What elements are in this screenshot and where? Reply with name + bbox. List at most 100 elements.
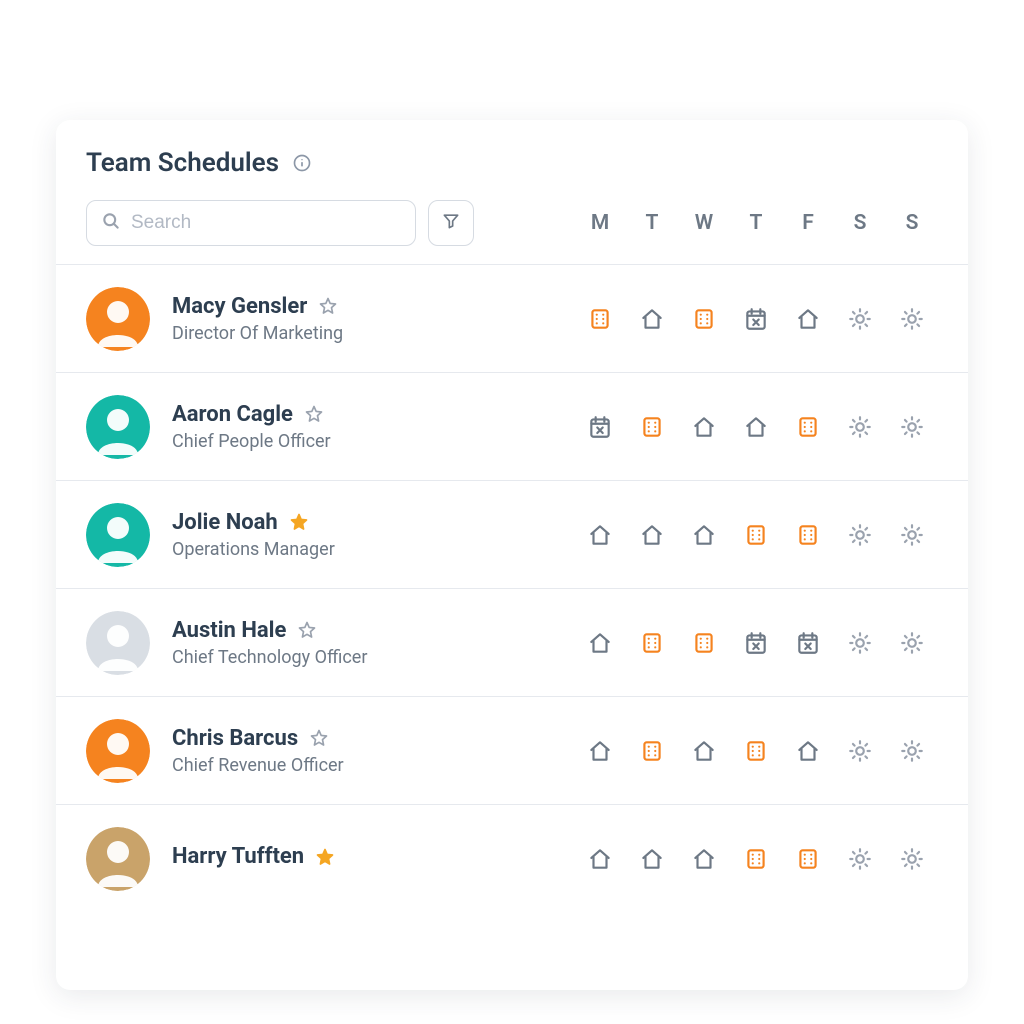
- office-icon: [691, 306, 717, 332]
- schedule-cell[interactable]: [730, 414, 782, 440]
- home-icon: [639, 306, 665, 332]
- person-info: Aaron Cagle Chief People Officer: [172, 402, 574, 452]
- schedule-cell[interactable]: [886, 846, 938, 872]
- schedule-cell[interactable]: [626, 414, 678, 440]
- avatar[interactable]: [86, 827, 150, 891]
- info-icon[interactable]: [291, 152, 313, 174]
- avatar[interactable]: [86, 611, 150, 675]
- schedule-cell[interactable]: [574, 738, 626, 764]
- schedule-cell[interactable]: [886, 522, 938, 548]
- sun-icon: [899, 738, 925, 764]
- sun-icon: [899, 522, 925, 548]
- schedule-cell[interactable]: [626, 306, 678, 332]
- sun-icon: [847, 630, 873, 656]
- person-info: Jolie NoahOperations Manager: [172, 510, 574, 560]
- person-name: Austin Hale: [172, 618, 286, 643]
- day-header: M: [574, 211, 626, 235]
- schedule-cell[interactable]: [886, 630, 938, 656]
- person-row[interactable]: Chris Barcus Chief Revenue Officer: [56, 696, 968, 804]
- schedule-cell[interactable]: [626, 846, 678, 872]
- schedule-cell[interactable]: [678, 414, 730, 440]
- star-outline-icon[interactable]: [317, 295, 339, 317]
- schedule-cell[interactable]: [730, 738, 782, 764]
- schedule-cell[interactable]: [574, 522, 626, 548]
- schedule-cell[interactable]: [886, 414, 938, 440]
- schedule-cell[interactable]: [834, 414, 886, 440]
- home-icon: [691, 846, 717, 872]
- schedule-cell[interactable]: [574, 630, 626, 656]
- schedule-cell[interactable]: [626, 738, 678, 764]
- person-row[interactable]: Macy GenslerDirector Of Marketing: [56, 264, 968, 372]
- person-role: Chief Revenue Officer: [172, 755, 574, 776]
- sun-icon: [847, 522, 873, 548]
- toolbar: MTWTFSS: [86, 200, 938, 246]
- schedule-row: [574, 306, 938, 332]
- schedule-cell[interactable]: [678, 630, 730, 656]
- day-header: T: [730, 211, 782, 235]
- schedule-cell[interactable]: [730, 630, 782, 656]
- star-filled-icon[interactable]: [288, 511, 310, 533]
- schedule-cell[interactable]: [834, 846, 886, 872]
- home-icon: [639, 522, 665, 548]
- schedule-cell[interactable]: [834, 522, 886, 548]
- schedule-cell[interactable]: [782, 522, 834, 548]
- star-filled-icon[interactable]: [314, 846, 336, 868]
- schedule-cell[interactable]: [834, 738, 886, 764]
- avatar[interactable]: [86, 503, 150, 567]
- person-info: Macy GenslerDirector Of Marketing: [172, 294, 574, 344]
- name-row: Macy Gensler: [172, 294, 574, 319]
- person-role: Chief People Officer: [172, 431, 574, 452]
- schedule-cell[interactable]: [782, 306, 834, 332]
- schedule-cell[interactable]: [626, 630, 678, 656]
- search-input[interactable]: [131, 212, 401, 234]
- filter-button[interactable]: [428, 200, 474, 246]
- person-row[interactable]: Aaron Cagle Chief People Officer: [56, 372, 968, 480]
- schedule-cell[interactable]: [730, 306, 782, 332]
- schedule-cell[interactable]: [730, 846, 782, 872]
- home-icon: [691, 738, 717, 764]
- avatar[interactable]: [86, 287, 150, 351]
- schedule-cell[interactable]: [678, 522, 730, 548]
- card-header: Team Schedules: [56, 120, 968, 264]
- name-row: Aaron Cagle: [172, 402, 574, 427]
- schedule-cell[interactable]: [626, 522, 678, 548]
- name-row: Chris Barcus: [172, 726, 574, 751]
- schedule-cell[interactable]: [574, 306, 626, 332]
- schedule-cell[interactable]: [678, 306, 730, 332]
- schedule-cell[interactable]: [574, 846, 626, 872]
- schedule-cell[interactable]: [782, 846, 834, 872]
- schedule-row: [574, 630, 938, 656]
- avatar[interactable]: [86, 719, 150, 783]
- person-row[interactable]: Jolie NoahOperations Manager: [56, 480, 968, 588]
- person-row[interactable]: Austin HaleChief Technology Officer: [56, 588, 968, 696]
- schedule-cell[interactable]: [678, 846, 730, 872]
- sun-icon: [899, 846, 925, 872]
- schedule-cell[interactable]: [782, 738, 834, 764]
- schedule-cell[interactable]: [782, 414, 834, 440]
- star-outline-icon[interactable]: [303, 403, 325, 425]
- search-field[interactable]: [86, 200, 416, 246]
- title-row: Team Schedules: [86, 148, 938, 178]
- schedule-row: [574, 738, 938, 764]
- office-icon: [795, 522, 821, 548]
- calendar-off-icon: [743, 630, 769, 656]
- schedule-row: [574, 522, 938, 548]
- person-row[interactable]: Harry Tufften: [56, 804, 968, 912]
- sun-icon: [899, 630, 925, 656]
- star-outline-icon[interactable]: [296, 619, 318, 641]
- schedule-cell[interactable]: [886, 306, 938, 332]
- schedule-cell[interactable]: [886, 738, 938, 764]
- schedule-cell[interactable]: [574, 414, 626, 440]
- schedule-cell[interactable]: [782, 630, 834, 656]
- schedule-cell[interactable]: [678, 738, 730, 764]
- calendar-off-icon: [795, 630, 821, 656]
- name-row: Harry Tufften: [172, 844, 574, 869]
- star-outline-icon[interactable]: [308, 727, 330, 749]
- schedule-cell[interactable]: [834, 630, 886, 656]
- person-info: Austin HaleChief Technology Officer: [172, 618, 574, 668]
- schedule-cell[interactable]: [730, 522, 782, 548]
- schedule-cell[interactable]: [834, 306, 886, 332]
- day-header: T: [626, 211, 678, 235]
- avatar[interactable]: [86, 395, 150, 459]
- sun-icon: [847, 846, 873, 872]
